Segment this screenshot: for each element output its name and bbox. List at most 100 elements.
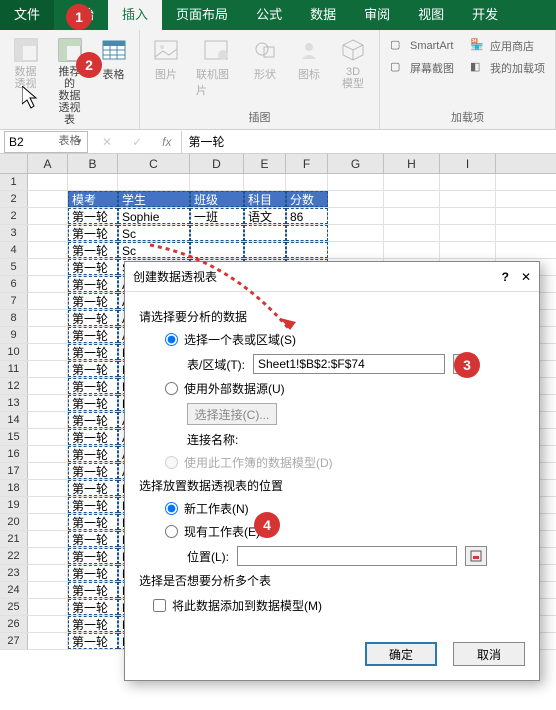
cell[interactable] xyxy=(28,412,68,428)
cell[interactable]: 第一轮 xyxy=(68,378,118,394)
close-icon[interactable]: ✕ xyxy=(521,270,531,284)
cell[interactable] xyxy=(440,208,496,224)
select-all-corner[interactable] xyxy=(0,154,28,173)
cell[interactable] xyxy=(28,344,68,360)
cell[interactable]: Sc xyxy=(118,242,190,258)
cell[interactable]: 第一轮 xyxy=(68,429,118,445)
cell[interactable]: 分数 xyxy=(286,191,328,207)
cell[interactable]: 第一轮 xyxy=(68,582,118,598)
row-header[interactable]: 19 xyxy=(0,497,28,513)
cell[interactable] xyxy=(28,225,68,241)
row-header[interactable]: 20 xyxy=(0,514,28,530)
row-header[interactable]: 8 xyxy=(0,310,28,326)
fx-icon[interactable]: fx xyxy=(152,135,181,149)
row-header[interactable]: 25 xyxy=(0,599,28,615)
row-header[interactable]: 4 xyxy=(0,242,28,258)
cell[interactable] xyxy=(440,242,496,258)
cell[interactable] xyxy=(28,446,68,462)
col-header[interactable]: D xyxy=(190,154,244,173)
smartart-button[interactable]: ▢SmartArt xyxy=(386,36,458,56)
cell[interactable]: 第一轮 xyxy=(68,412,118,428)
cell[interactable] xyxy=(28,378,68,394)
radio-existing-sheet[interactable] xyxy=(165,525,178,538)
cell[interactable]: 第一轮 xyxy=(68,327,118,343)
location-selector-button[interactable] xyxy=(465,546,487,566)
radio-external[interactable] xyxy=(165,382,178,395)
cell[interactable] xyxy=(244,225,286,241)
cell[interactable] xyxy=(286,242,328,258)
cell[interactable] xyxy=(28,208,68,224)
radio-new-sheet[interactable] xyxy=(165,502,178,515)
cell[interactable]: 第一轮 xyxy=(68,548,118,564)
cell[interactable] xyxy=(28,310,68,326)
picture-button[interactable]: 图片 xyxy=(146,32,186,86)
row-header[interactable]: 23 xyxy=(0,565,28,581)
cell[interactable]: 第一轮 xyxy=(68,208,118,224)
cell[interactable] xyxy=(28,497,68,513)
cell[interactable] xyxy=(28,361,68,377)
col-header[interactable]: H xyxy=(384,154,440,173)
cell[interactable] xyxy=(28,463,68,479)
row-header[interactable]: 26 xyxy=(0,616,28,632)
cell[interactable]: 第一轮 xyxy=(68,276,118,292)
cell[interactable]: 第一轮 xyxy=(68,514,118,530)
row-header[interactable]: 21 xyxy=(0,531,28,547)
tab-formula[interactable]: 公式 xyxy=(242,0,296,30)
cancel-icon[interactable]: ✕ xyxy=(92,135,122,149)
row-header[interactable]: 27 xyxy=(0,633,28,649)
cell[interactable]: 一班 xyxy=(190,208,244,224)
my-addins-button[interactable]: ◧我的加载项 xyxy=(466,58,549,78)
cell[interactable] xyxy=(384,242,440,258)
cell[interactable] xyxy=(28,395,68,411)
cell[interactable] xyxy=(28,259,68,275)
cell[interactable]: 第一轮 xyxy=(68,633,118,649)
ok-button[interactable]: 确定 xyxy=(365,642,437,666)
tab-review[interactable]: 审阅 xyxy=(350,0,404,30)
row-header[interactable]: 16 xyxy=(0,446,28,462)
recommended-pivot-button[interactable]: 推荐的 数据透视表 xyxy=(50,32,90,130)
cell[interactable] xyxy=(328,208,384,224)
col-header[interactable]: F xyxy=(286,154,328,173)
cell[interactable] xyxy=(28,548,68,564)
cell[interactable]: 第一轮 xyxy=(68,497,118,513)
checkbox-add-to-model[interactable] xyxy=(153,599,166,612)
cell[interactable]: 第一轮 xyxy=(68,293,118,309)
cell[interactable]: 模考 xyxy=(68,191,118,207)
cell[interactable] xyxy=(384,225,440,241)
cell[interactable]: 第一轮 xyxy=(68,446,118,462)
3d-model-button[interactable]: 3D 模型 xyxy=(333,32,373,94)
col-header[interactable]: I xyxy=(440,154,496,173)
row-header[interactable]: 10 xyxy=(0,344,28,360)
row-header[interactable]: 2 xyxy=(0,191,28,207)
row-header[interactable]: 5 xyxy=(0,259,28,275)
cell[interactable] xyxy=(28,429,68,445)
cell[interactable] xyxy=(28,565,68,581)
cell[interactable] xyxy=(28,633,68,649)
row-header[interactable]: 24 xyxy=(0,582,28,598)
cell[interactable] xyxy=(190,242,244,258)
cell[interactable]: 班级 xyxy=(190,191,244,207)
row-header[interactable]: 1 xyxy=(0,174,28,190)
cell[interactable]: 86 xyxy=(286,208,328,224)
cell[interactable] xyxy=(328,225,384,241)
screenshot-button[interactable]: ▢屏幕截图 xyxy=(386,58,458,78)
cell[interactable] xyxy=(190,225,244,241)
tab-dev[interactable]: 开发 xyxy=(458,0,512,30)
tab-layout[interactable]: 页面布局 xyxy=(162,0,242,30)
col-header[interactable]: G xyxy=(328,154,384,173)
store-button[interactable]: 🏪应用商店 xyxy=(466,36,549,56)
cell[interactable]: 科目 xyxy=(244,191,286,207)
cell[interactable] xyxy=(28,480,68,496)
pivot-table-button[interactable]: 数据 透视 xyxy=(6,32,46,94)
cell[interactable] xyxy=(286,225,328,241)
online-pic-button[interactable]: 联机图片 xyxy=(190,32,241,102)
cancel-button[interactable]: 取消 xyxy=(453,642,525,666)
shapes-button[interactable]: 形状 xyxy=(245,32,285,86)
cell[interactable]: 第一轮 xyxy=(68,599,118,615)
tab-data[interactable]: 数据 xyxy=(296,0,350,30)
cell[interactable] xyxy=(28,327,68,343)
row-header[interactable]: 15 xyxy=(0,429,28,445)
cell[interactable]: 第一轮 xyxy=(68,361,118,377)
formula-input[interactable]: 第一轮 xyxy=(181,131,556,153)
cell[interactable] xyxy=(28,582,68,598)
